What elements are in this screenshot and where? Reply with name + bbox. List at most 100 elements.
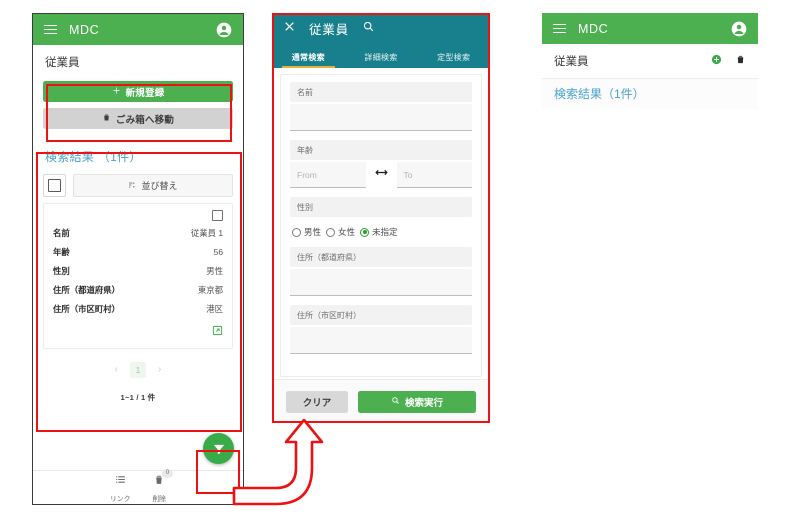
radio-checked-icon [360, 227, 370, 237]
tab-normal-search[interactable]: 通常検索 [272, 52, 345, 68]
field-value: 従業員 1 [190, 228, 223, 239]
execute-search-button[interactable]: 検索実行 [358, 390, 476, 413]
field-value: 港区 [206, 303, 223, 314]
action-buttons: 新規登録 ごみ箱へ移動 [33, 79, 243, 137]
field-key: 性別 [53, 265, 70, 276]
search-icon [391, 396, 400, 408]
status-badge: 0 [161, 468, 173, 478]
prefecture-field-label: 住所（都道府県） [290, 247, 472, 267]
table-row: 年齢 56 [53, 243, 223, 262]
pagination: ‹ 1 › [43, 349, 233, 388]
phone-screen-list: MDC 従業員 新規登録 ごみ箱へ移動 検索結果 （1件） 並び替え 名前 従業… [32, 13, 244, 505]
field-value: 男性 [206, 265, 223, 276]
city-input[interactable] [290, 327, 472, 354]
card-footer [53, 318, 223, 343]
hamburger-icon[interactable] [553, 23, 566, 34]
bottom-nav-label: 削除 [152, 495, 166, 503]
app-brand: MDC [69, 22, 100, 37]
field-key: 住所（都道府県） [53, 284, 120, 295]
radio-label: 未指定 [372, 227, 398, 237]
bottom-navigation: リンク 0 削除 [33, 468, 243, 504]
trash-icon [102, 113, 111, 125]
new-record-button[interactable]: 新規登録 [43, 81, 233, 102]
result-count-text: 1~1 / 1 件 [120, 392, 156, 402]
account-circle-icon[interactable] [216, 22, 232, 38]
field-value: 東京都 [197, 284, 223, 295]
close-icon[interactable] [283, 20, 296, 38]
gender-field-label: 性別 [290, 197, 472, 217]
results-heading: 検索結果（1件） [542, 78, 758, 110]
new-record-label: 新規登録 [125, 87, 165, 99]
table-row: 住所（市区町村） 港区 [53, 299, 223, 318]
radio-unchecked-icon [292, 227, 301, 237]
table-row: 名前 従業員 1 [53, 224, 223, 243]
move-to-trash-button[interactable]: ごみ箱へ移動 [43, 108, 233, 129]
chevron-right-icon[interactable]: › [158, 364, 161, 375]
bottom-nav-label: リンク [110, 495, 131, 503]
results-heading: 検索結果 （1件） [45, 150, 142, 164]
search-form: 名前 年齢 From To 性別 男性 女性 未指定 住所（都道府県） 住所（市… [280, 74, 482, 377]
field-key: 住所（市区町村） [53, 303, 120, 314]
sort-icon [128, 181, 136, 191]
page-title-row: 従業員 [542, 44, 758, 78]
city-field-label: 住所（市区町村） [290, 305, 472, 325]
app-bar: MDC [542, 13, 758, 44]
title-row-actions [711, 54, 746, 68]
radio-label: 男性 [304, 227, 322, 237]
table-row: 性別 男性 [53, 262, 223, 281]
sort-button[interactable]: 並び替え [73, 174, 233, 197]
prefecture-input[interactable] [290, 269, 472, 296]
age-field-label: 年齢 [290, 140, 472, 160]
radio-unchecked-icon [326, 227, 336, 237]
age-range-row: From To [290, 162, 472, 188]
arrows-horizontal-icon [374, 166, 388, 184]
curved-up-arrow [232, 418, 324, 506]
bottom-nav-item-link[interactable]: リンク [110, 473, 130, 503]
radio-female[interactable]: 女性 [326, 226, 355, 238]
page-title: 従業員 [45, 57, 80, 69]
hamburger-icon[interactable] [44, 24, 57, 35]
account-circle-icon[interactable] [731, 21, 747, 37]
checkbox-unchecked-icon[interactable] [212, 210, 223, 221]
page-title: 従業員 [554, 56, 589, 68]
page-number[interactable]: 1 [130, 361, 146, 378]
age-from-input[interactable]: From [290, 162, 366, 188]
bottom-nav-item-delete[interactable]: 0 削除 [152, 468, 173, 503]
search-icon[interactable] [362, 20, 375, 38]
phone-screen-search: 従業員 通常検索 詳細検索 定型検索 名前 年齢 From To 性別 男性 女… [272, 13, 490, 423]
name-input[interactable] [290, 104, 472, 131]
field-key: 名前 [53, 228, 70, 239]
checkbox-unchecked-icon [48, 179, 61, 192]
sort-label: 並び替え [141, 181, 178, 191]
chevron-left-icon[interactable]: ‹ [115, 364, 118, 375]
app-brand: MDC [578, 21, 609, 36]
open-in-new-icon[interactable] [212, 323, 223, 341]
move-to-trash-label: ごみ箱へ移動 [115, 114, 175, 126]
execute-search-label: 検索実行 [404, 397, 443, 409]
gender-radio-group: 男性 女性 未指定 [290, 219, 472, 247]
radio-male[interactable]: 男性 [292, 226, 321, 238]
table-row: 住所（都道府県） 東京都 [53, 280, 223, 299]
field-value: 56 [213, 247, 223, 258]
age-to-input[interactable]: To [396, 162, 472, 188]
screenshot-stage: MDC 従業員 新規登録 ごみ箱へ移動 検索結果 （1件） 並び替え 名前 従業… [0, 0, 800, 522]
tab-detail-search[interactable]: 詳細検索 [345, 52, 418, 68]
name-field-label: 名前 [290, 82, 472, 102]
app-bar: MDC [33, 14, 243, 45]
search-results-section: 検索結果 （1件） 並び替え 名前 従業員 1 年齢 56 性別 男性 住所（都… [33, 137, 243, 403]
select-all-checkbox[interactable] [43, 174, 66, 197]
add-circle-icon[interactable] [711, 54, 722, 68]
phone-screen-collapsed: MDC 従業員 検索結果（1件） [542, 13, 758, 110]
result-card[interactable]: 名前 従業員 1 年齢 56 性別 男性 住所（都道府県） 東京都 住所（市区町… [43, 203, 233, 349]
search-app-bar: 従業員 通常検索 詳細検索 定型検索 [272, 13, 490, 68]
card-select-row [53, 210, 223, 221]
radio-label: 女性 [338, 227, 356, 237]
search-tabs: 通常検索 詳細検索 定型検索 [272, 44, 490, 68]
tab-preset-search[interactable]: 定型検索 [417, 52, 490, 68]
field-key: 年齢 [53, 247, 70, 258]
search-title: 従業員 [309, 23, 349, 37]
radio-unspecified[interactable]: 未指定 [360, 226, 398, 238]
page-title-row: 従業員 [33, 45, 243, 79]
search-app-bar-top: 従業員 [272, 13, 490, 44]
trash-icon[interactable] [735, 54, 746, 68]
